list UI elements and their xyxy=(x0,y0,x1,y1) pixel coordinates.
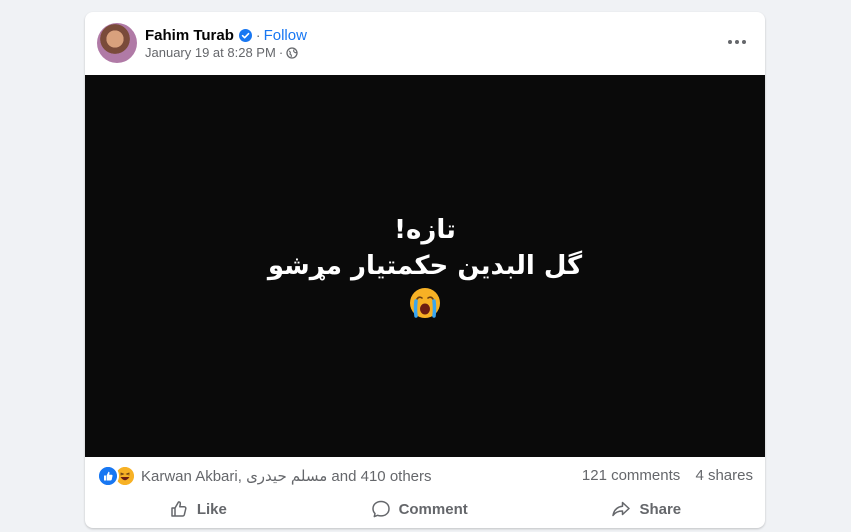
crying-face-emoji xyxy=(410,288,440,318)
author-name[interactable]: Fahim Turab xyxy=(145,27,234,44)
share-icon xyxy=(612,501,631,517)
more-options-button[interactable] xyxy=(723,31,751,53)
reactors-text[interactable]: Karwan Akbari, مسلم حیدری and 410 others xyxy=(141,467,432,485)
comment-label: Comment xyxy=(398,500,468,518)
verified-badge-icon xyxy=(238,28,252,42)
author-avatar[interactable] xyxy=(97,23,137,63)
post-card: Fahim Turab · Follow January 19 at 8:28 … xyxy=(85,12,765,528)
media-text-line-2: گل البدین حکمتیار مړشو xyxy=(267,251,583,281)
share-button[interactable]: Share xyxy=(611,499,681,519)
globe-icon[interactable] xyxy=(286,46,298,59)
more-options-icon xyxy=(728,40,746,44)
follow-button[interactable]: Follow xyxy=(264,27,307,44)
reactions-summary[interactable]: Karwan Akbari, مسلم حیدری and 410 others xyxy=(97,465,432,487)
post-meta: January 19 at 8:28 PM · xyxy=(145,45,298,60)
meta-separator-dot: · xyxy=(278,45,284,60)
like-reaction-icon xyxy=(97,465,119,487)
comment-icon xyxy=(371,500,390,518)
post-actions: Like Comment Share xyxy=(97,491,753,527)
media-text-line-1: تازه! xyxy=(394,215,456,245)
shares-count[interactable]: 4 shares xyxy=(695,467,753,484)
post-timestamp[interactable]: January 19 at 8:28 PM xyxy=(145,45,276,60)
comments-count[interactable]: 121 comments xyxy=(582,467,680,484)
post-media[interactable]: تازه! گل البدین حکمتیار مړشو xyxy=(85,75,765,457)
separator-dot: · xyxy=(255,27,261,43)
author-row: Fahim Turab · Follow xyxy=(145,25,307,45)
like-label: Like xyxy=(196,500,227,518)
engagement-stats: Karwan Akbari, مسلم حیدری and 410 others… xyxy=(85,457,765,491)
share-label: Share xyxy=(639,500,682,518)
like-button[interactable]: Like xyxy=(169,499,227,519)
comment-button[interactable]: Comment xyxy=(371,499,468,519)
thumbs-up-icon xyxy=(171,501,187,517)
post-header: Fahim Turab · Follow January 19 at 8:28 … xyxy=(85,12,765,75)
post-counts: 121 comments 4 shares xyxy=(571,467,753,484)
